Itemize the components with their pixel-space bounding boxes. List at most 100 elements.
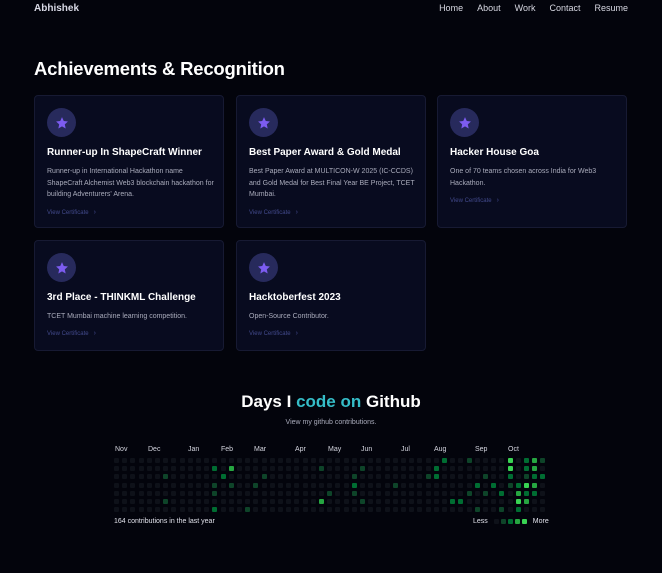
contribution-day	[384, 466, 390, 472]
contribution-day	[483, 507, 488, 513]
contribution-day	[122, 482, 128, 488]
contribution-day	[474, 466, 480, 472]
contribution-day	[327, 507, 333, 513]
contribution-day	[171, 507, 177, 513]
contribution-day	[458, 482, 464, 488]
contribution-day	[384, 490, 390, 496]
contribution-day	[212, 474, 218, 480]
contribution-day	[196, 482, 201, 488]
view-certificate-link[interactable]: View Certificate ›	[249, 209, 298, 216]
month-label: Sep	[475, 446, 488, 453]
contribution-day	[474, 507, 480, 513]
contribution-day	[442, 490, 447, 496]
achievement-card: Hacktoberfest 2023 Open-Source Contribut…	[236, 240, 426, 351]
view-certificate-link[interactable]: View Certificate ›	[450, 197, 499, 204]
contribution-day	[122, 490, 128, 496]
nav-link-work[interactable]: Work	[515, 3, 536, 13]
contribution-day	[483, 490, 488, 496]
achievement-title: 3rd Place - THINKML Challenge	[47, 292, 196, 303]
contribution-day	[261, 458, 267, 463]
contribution-months: Nov Dec Jan Feb Mar Apr May Jun Jul Aug …	[114, 446, 554, 456]
contribution-day	[515, 499, 521, 504]
contribution-day	[458, 458, 464, 463]
contribution-day	[130, 490, 136, 496]
contribution-day	[286, 490, 292, 496]
contribution-day	[245, 458, 251, 463]
contribution-day	[294, 499, 300, 504]
contribution-day	[442, 474, 447, 480]
contribution-day	[335, 482, 341, 488]
contribution-day	[524, 482, 529, 488]
contribution-day	[450, 474, 456, 480]
contribution-day	[433, 507, 439, 513]
contribution-day	[278, 474, 283, 480]
contribution-day	[196, 474, 201, 480]
view-certificate-label: View Certificate	[47, 331, 89, 337]
contribution-day	[466, 458, 472, 463]
contribution-day	[245, 466, 251, 472]
nav-link-contact[interactable]: Contact	[549, 3, 580, 13]
achievement-card: Hacker House Goa One of 70 teams chosen …	[437, 95, 627, 228]
contribution-day	[401, 466, 406, 472]
contribution-day	[409, 507, 415, 513]
contribution-day	[491, 499, 497, 504]
contribution-day	[196, 490, 201, 496]
achievement-title: Hacktoberfest 2023	[249, 292, 341, 303]
legend-swatch	[507, 519, 513, 524]
view-certificate-label: View Certificate	[249, 210, 291, 216]
contribution-day	[302, 499, 308, 504]
contribution-day	[163, 507, 169, 513]
brand-name[interactable]: Abhishek	[34, 3, 79, 14]
contribution-day	[343, 458, 349, 463]
contribution-day	[114, 507, 119, 513]
nav-link-home[interactable]: Home	[439, 3, 463, 13]
contribution-day	[442, 499, 447, 504]
contribution-day	[138, 458, 144, 463]
contribution-day	[228, 490, 234, 496]
contribution-day	[327, 482, 333, 488]
contribution-day	[302, 466, 308, 472]
contribution-day	[187, 458, 193, 463]
view-certificate-link[interactable]: View Certificate ›	[47, 330, 96, 337]
contribution-day	[532, 482, 538, 488]
month-label: May	[328, 446, 342, 453]
contribution-day	[360, 490, 365, 496]
star-icon-badge	[249, 253, 278, 282]
contribution-day	[261, 490, 267, 496]
contribution-day	[269, 490, 275, 496]
view-certificate-link[interactable]: View Certificate ›	[47, 209, 96, 216]
contribution-day	[384, 499, 390, 504]
view-certificate-link[interactable]: View Certificate ›	[249, 330, 298, 337]
contribution-day	[532, 507, 538, 513]
contribution-day	[130, 466, 136, 472]
contribution-day	[171, 499, 177, 504]
contribution-day	[507, 474, 513, 480]
contribution-day	[417, 466, 423, 472]
contribution-day	[524, 474, 529, 480]
contribution-day	[179, 474, 185, 480]
contribution-day	[278, 466, 283, 472]
contribution-day	[474, 499, 480, 504]
contribution-day	[310, 507, 316, 513]
contribution-day	[335, 474, 341, 480]
contribution-day	[196, 458, 201, 463]
contribution-day	[392, 482, 398, 488]
month-label: Jul	[401, 446, 410, 453]
contribution-day	[532, 474, 538, 480]
contribution-day	[327, 458, 333, 463]
contribution-day	[114, 482, 119, 488]
contribution-day	[417, 499, 423, 504]
achievement-card: 3rd Place - THINKML Challenge TCET Mumba…	[34, 240, 224, 351]
nav-link-resume[interactable]: Resume	[594, 3, 628, 13]
contribution-day	[507, 490, 513, 496]
contribution-day	[491, 490, 497, 496]
contribution-day	[540, 490, 546, 496]
contribution-day	[425, 490, 431, 496]
contribution-day	[286, 474, 292, 480]
contribution-day	[368, 499, 374, 504]
contribution-day	[269, 499, 275, 504]
contribution-day	[458, 474, 464, 480]
contribution-day	[458, 499, 464, 504]
legend-swatch	[514, 519, 520, 524]
nav-link-about[interactable]: About	[477, 3, 501, 13]
